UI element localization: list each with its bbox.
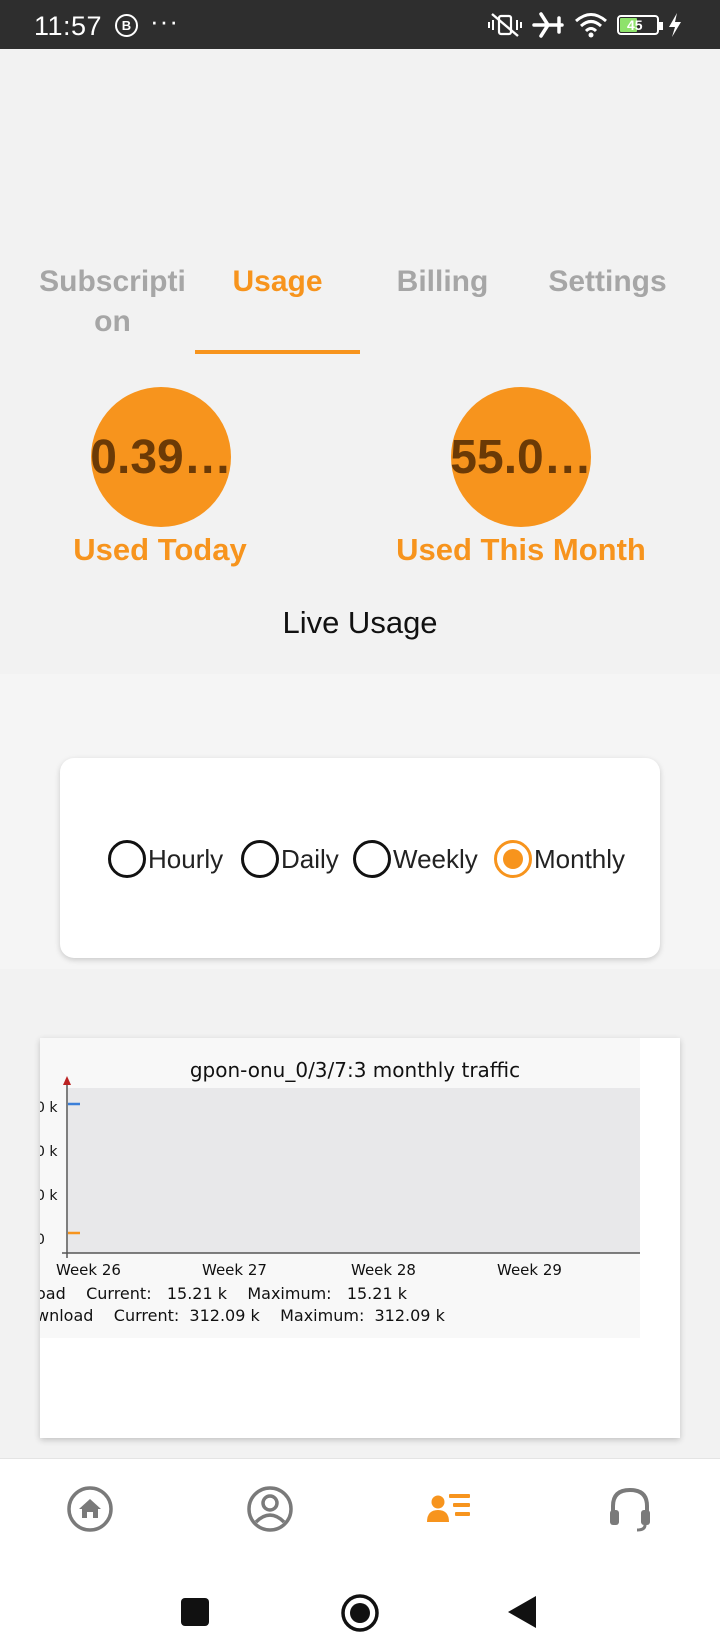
home-button[interactable] [340,1593,380,1633]
b-notification-icon: B [115,14,138,37]
profile-icon[interactable] [245,1484,295,1534]
used-month-value: 55.0… [451,430,591,484]
charging-icon [669,13,681,37]
radio-weekly[interactable]: Weekly [353,840,478,878]
tab-subscription[interactable]: Subscripti on [30,262,195,342]
radio-label: Daily [281,843,339,874]
radio-monthly[interactable]: Monthly [494,840,625,878]
status-bar: 11:57 B ··· 45 [0,0,720,49]
tab-settings[interactable]: Settings [525,262,690,302]
system-navigation-bar [0,1562,720,1650]
radio-button-icon[interactable] [108,840,146,878]
y-tick: 0 k [40,1144,58,1160]
wifi-icon [575,13,607,38]
radio-daily[interactable]: Daily [241,840,339,878]
tab-usage[interactable]: Usage [195,262,360,302]
bottom-navigation [0,1458,720,1562]
used-today-value: 0.39… [91,430,231,484]
x-tick: Week 27 [202,1261,267,1279]
tab-billing[interactable]: Billing [360,262,525,302]
radio-label: Hourly [148,843,224,874]
y-axis-arrow [63,1076,71,1085]
battery-level: 45 [627,17,643,33]
used-month-label: Used This Month [396,532,646,567]
radio-button-icon[interactable] [353,840,391,878]
used-month-circle: 55.0… [451,387,591,527]
x-tick: Week 26 [56,1261,121,1279]
tab-bar: Subscripti on Usage Billing Settings [0,262,720,357]
status-time: 11:57 [34,11,103,41]
recents-button[interactable] [181,1598,209,1626]
used-today-circle: 0.39… [91,387,231,527]
back-button[interactable] [506,1594,538,1630]
upload-legend: oad Current: 15.21 k Maximum: 15.21 k [40,1284,407,1303]
headset-icon[interactable] [605,1484,655,1534]
battery-icon: 45 [617,15,663,35]
y-tick: 0 [40,1232,45,1248]
period-selector-card: Hourly Daily Weekly Monthly [60,758,660,958]
live-usage-heading: Live Usage [282,605,438,640]
y-tick: 0 k [40,1188,58,1204]
active-tab-indicator [195,350,360,354]
airplane-icon [532,12,564,38]
vibrate-off-icon [488,13,522,37]
radio-hourly[interactable]: Hourly [108,840,223,878]
x-tick: Week 29 [497,1261,562,1279]
y-tick: 0 k [40,1100,58,1116]
radio-button-selected-icon[interactable] [494,840,532,878]
radio-button-icon[interactable] [241,840,279,878]
download-legend: wnload Current: 312.09 k Maximum: 312.09… [40,1306,445,1325]
home-icon[interactable] [65,1484,115,1534]
used-today-label: Used Today [73,532,247,567]
account-list-icon[interactable] [425,1484,475,1534]
traffic-chart: gpon-onu_0/3/7:3 monthly traffic 0 k 0 k… [40,1038,640,1338]
radio-label: Weekly [393,843,478,874]
radio-label: Monthly [534,843,626,874]
more-notifications-icon: ··· [150,6,179,36]
x-tick: Week 28 [351,1261,416,1279]
traffic-chart-card: gpon-onu_0/3/7:3 monthly traffic 0 k 0 k… [40,1038,680,1438]
